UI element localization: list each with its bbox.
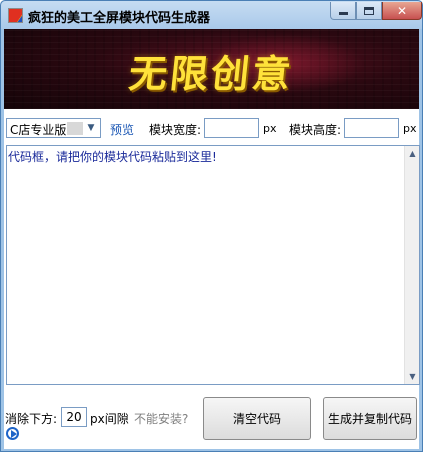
remove-below-label: 消除下方: (5, 412, 58, 426)
generate-copy-button[interactable]: 生成并复制代码 (323, 397, 417, 440)
title-bar[interactable]: 疯狂的美工全屏模块代码生成器 ✕ (1, 1, 422, 29)
code-placeholder: 代码框，请把你的模块代码粘贴到这里! (8, 150, 217, 164)
footer-bar: 消除下方: 20 px间隙 不能安装? 清空代码 生成并复制代码 (4, 397, 419, 449)
version-select[interactable]: C店专业版 ▼ (6, 118, 101, 138)
module-height-label: 模块高度: (289, 123, 342, 137)
app-logo-icon (8, 8, 23, 23)
banner-text: 无限创意 (126, 52, 296, 96)
close-icon: ✕ (396, 3, 408, 18)
module-width-label: 模块宽度: (149, 123, 202, 137)
play-icon[interactable] (6, 427, 19, 440)
preview-link[interactable]: 预览 (110, 121, 134, 138)
module-height-input[interactable] (344, 118, 399, 138)
module-height-unit: px (403, 122, 417, 135)
version-select-value: C店专业版 (10, 123, 67, 137)
vertical-scrollbar[interactable]: ▲ ▼ (404, 146, 419, 384)
module-width-input[interactable] (204, 118, 259, 138)
gap-input[interactable]: 20 (61, 407, 87, 427)
cant-install-link[interactable]: 不能安装? (134, 410, 188, 427)
maximize-icon (364, 6, 374, 15)
gap-unit-label: px间隙 (90, 412, 129, 426)
app-window: 疯狂的美工全屏模块代码生成器 ✕ 无限创意 C店专业版 ▼ 预览 模块宽度: p… (0, 0, 423, 452)
scroll-up-icon[interactable]: ▲ (405, 146, 420, 161)
minimize-button[interactable] (330, 2, 356, 20)
maximize-button[interactable] (356, 2, 382, 20)
chevron-down-icon[interactable]: ▼ (84, 121, 98, 135)
close-button[interactable]: ✕ (382, 2, 422, 20)
code-textarea[interactable]: 代码框，请把你的模块代码粘贴到这里! ▲ ▼ (6, 145, 420, 385)
window-title: 疯狂的美工全屏模块代码生成器 (28, 11, 211, 26)
client-area: 无限创意 C店专业版 ▼ 预览 模块宽度: px 模块高度: px 代码框，请把… (4, 29, 420, 449)
module-width-unit: px (263, 122, 277, 135)
minimize-icon (338, 12, 348, 15)
settings-row: C店专业版 ▼ 预览 模块宽度: px 模块高度: px (4, 117, 419, 139)
scroll-down-icon[interactable]: ▼ (405, 369, 420, 384)
banner-image: 无限创意 (4, 29, 419, 109)
clear-code-button[interactable]: 清空代码 (203, 397, 311, 440)
